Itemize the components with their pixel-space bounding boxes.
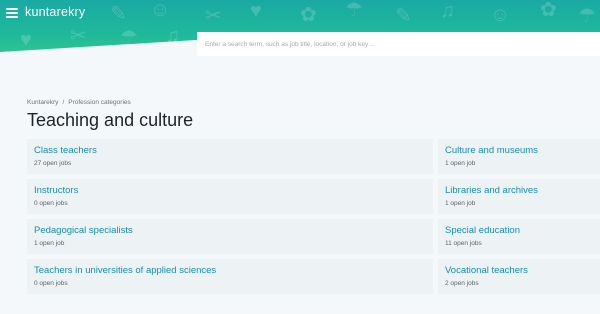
decorative-icon: ☺ bbox=[150, 0, 171, 21]
category-card-instructors[interactable]: Instructors 0 open jobs bbox=[27, 179, 433, 214]
decorative-icon: ✿ bbox=[540, 0, 557, 21]
decorative-icon: ☂ bbox=[120, 27, 138, 49]
category-job-count: 2 open jobs bbox=[445, 280, 479, 287]
category-card-class-teachers[interactable]: Class teachers 27 open jobs bbox=[27, 139, 433, 174]
category-label[interactable]: Teachers in universities of applied scie… bbox=[34, 265, 216, 276]
category-job-count: 1 open job bbox=[445, 200, 476, 207]
decorative-icon: ♫ bbox=[165, 25, 180, 47]
category-job-count: 0 open jobs bbox=[34, 200, 68, 207]
decorative-icon: ♫ bbox=[440, 0, 455, 22]
category-card-teachers-universities-applied-sciences[interactable]: Teachers in universities of applied scie… bbox=[27, 259, 433, 294]
category-label[interactable]: Culture and museums bbox=[445, 145, 538, 156]
category-label[interactable]: Special education bbox=[445, 225, 520, 236]
category-card-culture-and-museums[interactable]: Culture and museums 1 open job bbox=[438, 139, 600, 174]
menu-icon[interactable] bbox=[6, 7, 18, 19]
decorative-icon: ☂ bbox=[345, 0, 363, 21]
category-job-count: 0 open jobs bbox=[34, 280, 68, 287]
page-title: Teaching and culture bbox=[27, 110, 194, 130]
category-job-count: 1 open job bbox=[34, 240, 65, 247]
category-label[interactable]: Libraries and archives bbox=[445, 185, 538, 196]
category-card-pedagogical-specialists[interactable]: Pedagogical specialists 1 open job bbox=[27, 219, 433, 254]
site-logo[interactable]: kuntarekry bbox=[25, 5, 85, 19]
category-job-count: 11 open jobs bbox=[445, 240, 482, 247]
breadcrumb-separator: / bbox=[62, 99, 65, 106]
decorative-icon: ✎ bbox=[395, 5, 412, 27]
category-job-count: 27 open jobs bbox=[34, 160, 72, 167]
decorative-icon: ♥ bbox=[20, 29, 32, 51]
category-job-count: 1 open job bbox=[445, 160, 476, 167]
decorative-icon: ✎ bbox=[110, 3, 127, 25]
category-label[interactable]: Vocational teachers bbox=[445, 265, 528, 276]
decorative-icon: ☺ bbox=[490, 4, 511, 26]
search-input[interactable] bbox=[197, 32, 600, 56]
breadcrumb-home-link[interactable]: Kuntarekry bbox=[27, 99, 58, 106]
breadcrumb: Kuntarekry / Profession categories bbox=[27, 99, 131, 106]
decorative-icon: ♥ bbox=[250, 0, 262, 22]
decorative-icon: ✿ bbox=[300, 4, 317, 26]
category-label[interactable]: Class teachers bbox=[34, 145, 97, 156]
category-label[interactable]: Pedagogical specialists bbox=[34, 225, 133, 236]
category-card-libraries-and-archives[interactable]: Libraries and archives 1 open job bbox=[438, 179, 600, 214]
category-card-special-education[interactable]: Special education 11 open jobs bbox=[438, 219, 600, 254]
category-card-vocational-teachers[interactable]: Vocational teachers 2 open jobs bbox=[438, 259, 600, 294]
category-label[interactable]: Instructors bbox=[34, 185, 78, 196]
breadcrumb-profession-categories-link[interactable]: Profession categories bbox=[68, 99, 131, 106]
decorative-icon: ✂ bbox=[205, 5, 222, 27]
decorative-icon: ☂ bbox=[578, 5, 596, 27]
decorative-icon: ✂ bbox=[70, 25, 87, 47]
